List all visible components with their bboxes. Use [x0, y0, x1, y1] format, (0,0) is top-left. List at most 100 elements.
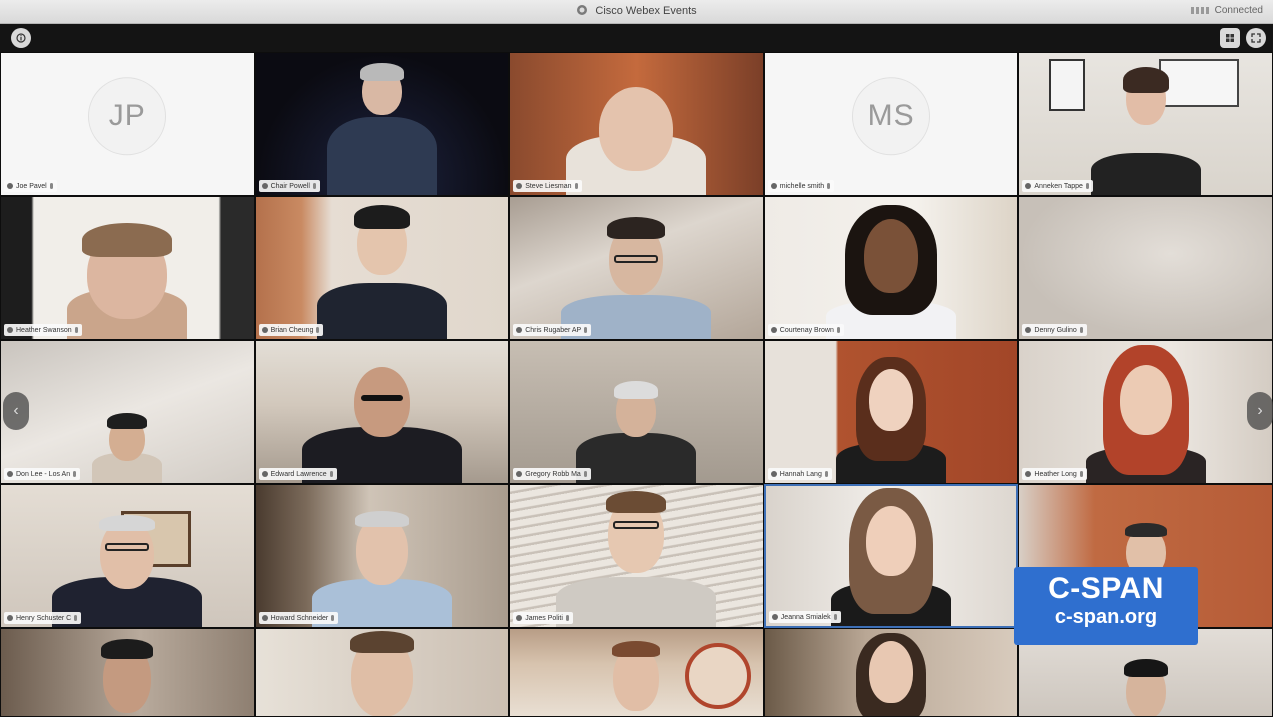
participant-name: michelle smith	[779, 182, 825, 190]
participant-name: Heather Long	[1034, 470, 1077, 478]
webex-logo-icon	[577, 5, 588, 15]
participant-tile[interactable]: Brian Cheung	[254, 196, 510, 340]
participant-nameplate: Hannah Lang	[767, 468, 832, 480]
participant-tile-active-speaker[interactable]: Jeanna Smialek	[763, 484, 1019, 628]
microphone-icon	[49, 183, 53, 189]
cspan-watermark: C-SPAN c-span.org	[1014, 567, 1198, 645]
participant-name: Steve Liesman	[525, 182, 572, 190]
user-icon	[1025, 327, 1032, 333]
user-icon	[770, 327, 777, 333]
microphone-icon	[1079, 471, 1083, 477]
participant-name: Howard Schneider	[270, 614, 329, 622]
participant-tile[interactable]: Denny Gulino	[1018, 196, 1273, 340]
participant-tile[interactable]	[763, 628, 1019, 717]
microphone-icon	[316, 327, 320, 333]
participant-name: Courtenay Brown	[779, 326, 834, 334]
participant-nameplate: Brian Cheung	[258, 324, 324, 336]
microphone-icon	[74, 327, 78, 333]
signal-icon	[1190, 7, 1209, 14]
cspan-logo: C-SPAN	[1048, 572, 1164, 605]
microphone-icon	[312, 183, 316, 189]
microphone-icon	[1085, 183, 1089, 189]
participant-tile[interactable]: Howard Schneider	[254, 484, 510, 628]
participant-name: Hannah Lang	[779, 470, 822, 478]
participant-tile[interactable]: Chris Rugaber AP	[509, 196, 764, 340]
microphone-icon	[331, 615, 335, 621]
participant-tile[interactable]	[254, 628, 510, 717]
chevron-left-icon[interactable]: ‹	[3, 392, 29, 430]
person-video	[1090, 153, 1201, 195]
microphone-icon	[73, 471, 77, 477]
avatar: MS	[852, 77, 931, 156]
participant-tile[interactable]: Chair Powell	[254, 52, 510, 196]
microphone-icon	[836, 327, 840, 333]
participant-nameplate: Joe Pavel	[4, 180, 57, 192]
participant-tile[interactable]: Anneken Tappe	[1018, 52, 1273, 196]
participant-nameplate: Denny Gulino	[1022, 324, 1087, 336]
participant-tile[interactable]: Heather Long	[1018, 340, 1273, 484]
user-icon	[7, 615, 13, 621]
participant-tile[interactable]: Hannah Lang	[763, 340, 1019, 484]
participant-nameplate: Anneken Tappe	[1022, 180, 1093, 192]
window-title: Cisco Webex Events	[595, 5, 697, 17]
participant-nameplate: Gregory Robb Ma	[513, 468, 591, 480]
participant-nameplate: michelle smith	[767, 180, 835, 192]
connection-status: Connected	[1214, 5, 1263, 16]
participant-nameplate: Courtenay Brown	[767, 324, 844, 336]
microphone-icon	[329, 471, 333, 477]
participant-name: James Politi	[525, 614, 563, 622]
participant-name: Jeanna Smialek	[780, 613, 831, 621]
grid-view-icon[interactable]	[1220, 28, 1240, 48]
participant-tile[interactable]	[0, 628, 255, 717]
participant-nameplate: Henry Schuster C	[4, 612, 82, 624]
user-icon	[770, 183, 777, 189]
microphone-icon	[584, 327, 588, 333]
microphone-icon	[827, 183, 831, 189]
participant-nameplate: Chris Rugaber AP	[513, 324, 592, 336]
participant-tile[interactable]	[509, 628, 764, 717]
participant-tile[interactable]: Don Lee - Los An	[0, 340, 255, 484]
participant-tile[interactable]: James Politi	[509, 484, 764, 628]
person-video	[316, 283, 447, 339]
cspan-url: c-span.org	[1054, 606, 1158, 628]
user-icon	[1025, 471, 1032, 477]
participant-name: Joe Pavel	[16, 182, 47, 190]
user-icon	[516, 327, 523, 333]
microphone-icon	[583, 471, 587, 477]
chevron-right-icon[interactable]: ›	[1247, 392, 1273, 430]
participant-nameplate: Howard Schneider	[258, 612, 339, 624]
window-title-bar: Cisco Webex Events Connected	[0, 0, 1273, 24]
participant-tile[interactable]: Henry Schuster C	[0, 484, 255, 628]
participant-name: Gregory Robb Ma	[525, 470, 581, 478]
participant-tile[interactable]: Edward Lawrence	[254, 340, 510, 484]
participant-name: Henry Schuster C	[16, 614, 72, 622]
user-icon	[7, 183, 13, 189]
participant-tile[interactable]: Steve Liesman	[509, 52, 764, 196]
person-video	[326, 117, 437, 195]
user-icon	[261, 327, 268, 333]
participant-tile[interactable]: Courtenay Brown	[763, 196, 1019, 340]
user-icon	[261, 471, 268, 477]
person-video	[576, 433, 697, 483]
user-icon	[770, 471, 777, 477]
user-icon	[7, 471, 13, 477]
avatar: JP	[88, 77, 167, 156]
participant-tile[interactable]: Heather Swanson	[0, 196, 255, 340]
participant-nameplate: Heather Swanson	[4, 324, 82, 336]
participant-tile[interactable]: Gregory Robb Ma	[509, 340, 764, 484]
microphone-icon	[833, 614, 837, 620]
user-icon	[261, 615, 268, 621]
fullscreen-icon[interactable]	[1246, 28, 1266, 48]
user-icon	[261, 183, 268, 189]
participant-name: Anneken Tappe	[1034, 182, 1083, 190]
user-icon	[7, 327, 13, 333]
participant-name: Brian Cheung	[270, 326, 314, 334]
participant-name: Denny Gulino	[1034, 326, 1077, 334]
participant-name: Edward Lawrence	[270, 470, 327, 478]
participant-tile[interactable]: MS michelle smith	[763, 52, 1019, 196]
participant-nameplate: Edward Lawrence	[258, 468, 337, 480]
info-icon[interactable]	[11, 28, 31, 48]
participant-tile[interactable]: JP Joe Pavel	[0, 52, 255, 196]
user-icon	[516, 183, 523, 189]
participant-nameplate: Steve Liesman	[513, 180, 582, 192]
